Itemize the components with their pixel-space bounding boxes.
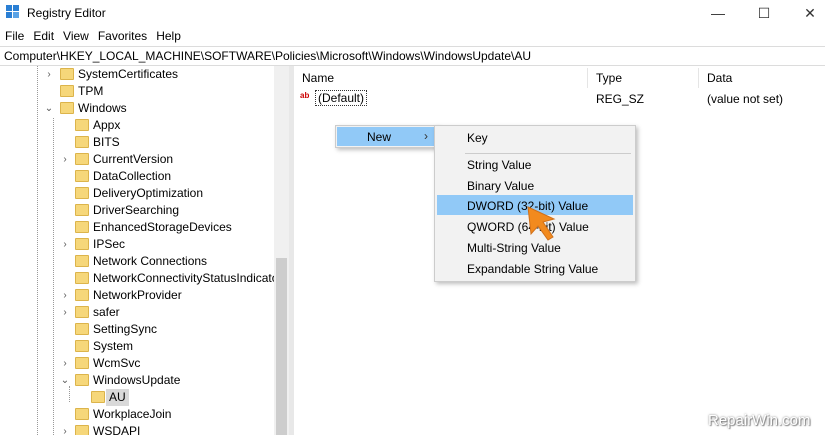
menu-item-expandable-string-value[interactable]: Expandable String Value — [467, 262, 598, 276]
folder-open-icon — [75, 374, 89, 386]
tree-item-label: DataCollection — [93, 169, 172, 183]
watermark: RepairWin.com — [708, 412, 811, 429]
address-bar[interactable]: Computer\HKEY_LOCAL_MACHINE\SOFTWARE\Pol… — [0, 46, 825, 66]
folder-icon — [75, 408, 89, 420]
tree-item-label: DriverSearching — [93, 203, 180, 217]
menu-edit[interactable]: Edit — [28, 26, 58, 43]
folder-open-icon — [91, 391, 105, 403]
folder-icon — [75, 323, 89, 335]
folder-open-icon — [60, 102, 74, 114]
tree-item-label: WindowsUpdate — [93, 373, 181, 387]
value-name-default[interactable]: (Default) — [315, 90, 368, 106]
menu-item-binary-value[interactable]: Binary Value — [467, 179, 534, 193]
tree-item-label: BITS — [93, 135, 120, 149]
context-menu: New › — [335, 125, 438, 148]
orange-pointer-arrow-icon — [527, 206, 556, 241]
tree-item-label: EnhancedStorageDevices — [93, 220, 232, 234]
registry-editor-icon — [6, 5, 20, 19]
menu-favorites[interactable]: Favorites — [93, 26, 151, 43]
tree-guide-line — [37, 66, 38, 435]
tree-item-label: CurrentVersion — [93, 152, 174, 166]
tree-item-label: TPM — [78, 84, 104, 98]
chevron-right-icon[interactable]: › — [60, 151, 70, 168]
close-button[interactable]: ✕ — [787, 0, 825, 26]
folder-icon — [75, 119, 89, 131]
new-submenu: Key String Value Binary Value DWORD (32-… — [434, 125, 636, 282]
menu-help[interactable]: Help — [151, 26, 185, 43]
tree-item-label: safer — [93, 305, 120, 319]
registry-tree: › SystemCertificates TPM ⌄ Windows Appx … — [0, 66, 289, 435]
column-header-data[interactable]: Data — [699, 68, 825, 88]
tree-item-label: NetworkConnectivityStatusIndicator — [93, 271, 283, 285]
folder-icon — [75, 136, 89, 148]
menu-file[interactable]: File — [0, 26, 28, 43]
tree-guide-line — [53, 118, 54, 435]
tree-item-label: SettingSync — [93, 322, 158, 336]
tree-item-label: System — [93, 339, 134, 353]
chevron-right-icon[interactable]: › — [60, 304, 70, 321]
folder-icon — [75, 204, 89, 216]
column-header-name[interactable]: Name — [294, 68, 588, 88]
tree-item-label: DeliveryOptimization — [93, 186, 204, 200]
folder-icon — [75, 238, 89, 250]
tree-scrollbar-thumb[interactable] — [276, 258, 287, 435]
menu-view[interactable]: View — [58, 26, 93, 43]
menu-bar: File Edit View Favorites Help — [0, 26, 825, 46]
chevron-right-icon[interactable]: › — [60, 287, 70, 304]
pane-splitter[interactable] — [289, 66, 294, 435]
folder-icon — [75, 221, 89, 233]
chevron-down-icon[interactable]: ⌄ — [44, 100, 54, 117]
string-value-icon: ab — [300, 91, 310, 100]
menu-item-key[interactable]: Key — [467, 131, 488, 145]
menu-item-new[interactable]: New — [367, 130, 391, 144]
column-header-type[interactable]: Type — [588, 68, 699, 88]
window-title: Registry Editor — [27, 6, 106, 20]
tree-item-label: IPSec — [93, 237, 126, 251]
menu-item-string-value[interactable]: String Value — [467, 158, 531, 172]
chevron-right-icon[interactable]: › — [60, 355, 70, 372]
chevron-right-icon[interactable]: › — [60, 423, 70, 435]
folder-icon — [60, 85, 74, 97]
value-type: REG_SZ — [596, 92, 645, 106]
chevron-down-icon[interactable]: ⌄ — [60, 372, 70, 389]
title-bar: Registry Editor — ☐ ✕ — [0, 0, 825, 26]
tree-item-label: SystemCertificates — [78, 67, 179, 81]
submenu-arrow-icon: › — [424, 129, 428, 143]
tree-item-label: Network Connections — [93, 254, 208, 268]
chevron-right-icon[interactable]: › — [60, 236, 70, 253]
menu-separator — [465, 153, 631, 154]
maximize-button[interactable]: ☐ — [741, 0, 787, 26]
folder-icon — [75, 425, 89, 435]
value-data: (value not set) — [707, 92, 784, 106]
folder-icon — [75, 357, 89, 369]
folder-icon — [75, 272, 89, 284]
folder-icon — [75, 255, 89, 267]
tree-item-label: AU — [106, 389, 129, 406]
tree-item-label: WorkplaceJoin — [93, 407, 172, 421]
chevron-right-icon[interactable]: › — [44, 66, 54, 83]
folder-icon — [75, 170, 89, 182]
folder-icon — [75, 187, 89, 199]
folder-icon — [60, 68, 74, 80]
tree-item-label: Appx — [93, 118, 121, 132]
folder-icon — [75, 306, 89, 318]
tree-item-label: Windows — [78, 101, 127, 115]
tree-item-label: WSDAPI — [93, 424, 141, 435]
tree-item-label: WcmSvc — [93, 356, 141, 370]
folder-icon — [75, 153, 89, 165]
folder-icon — [75, 340, 89, 352]
folder-icon — [75, 289, 89, 301]
tree-item-label: NetworkProvider — [93, 288, 182, 302]
minimize-button[interactable]: — — [695, 0, 741, 26]
